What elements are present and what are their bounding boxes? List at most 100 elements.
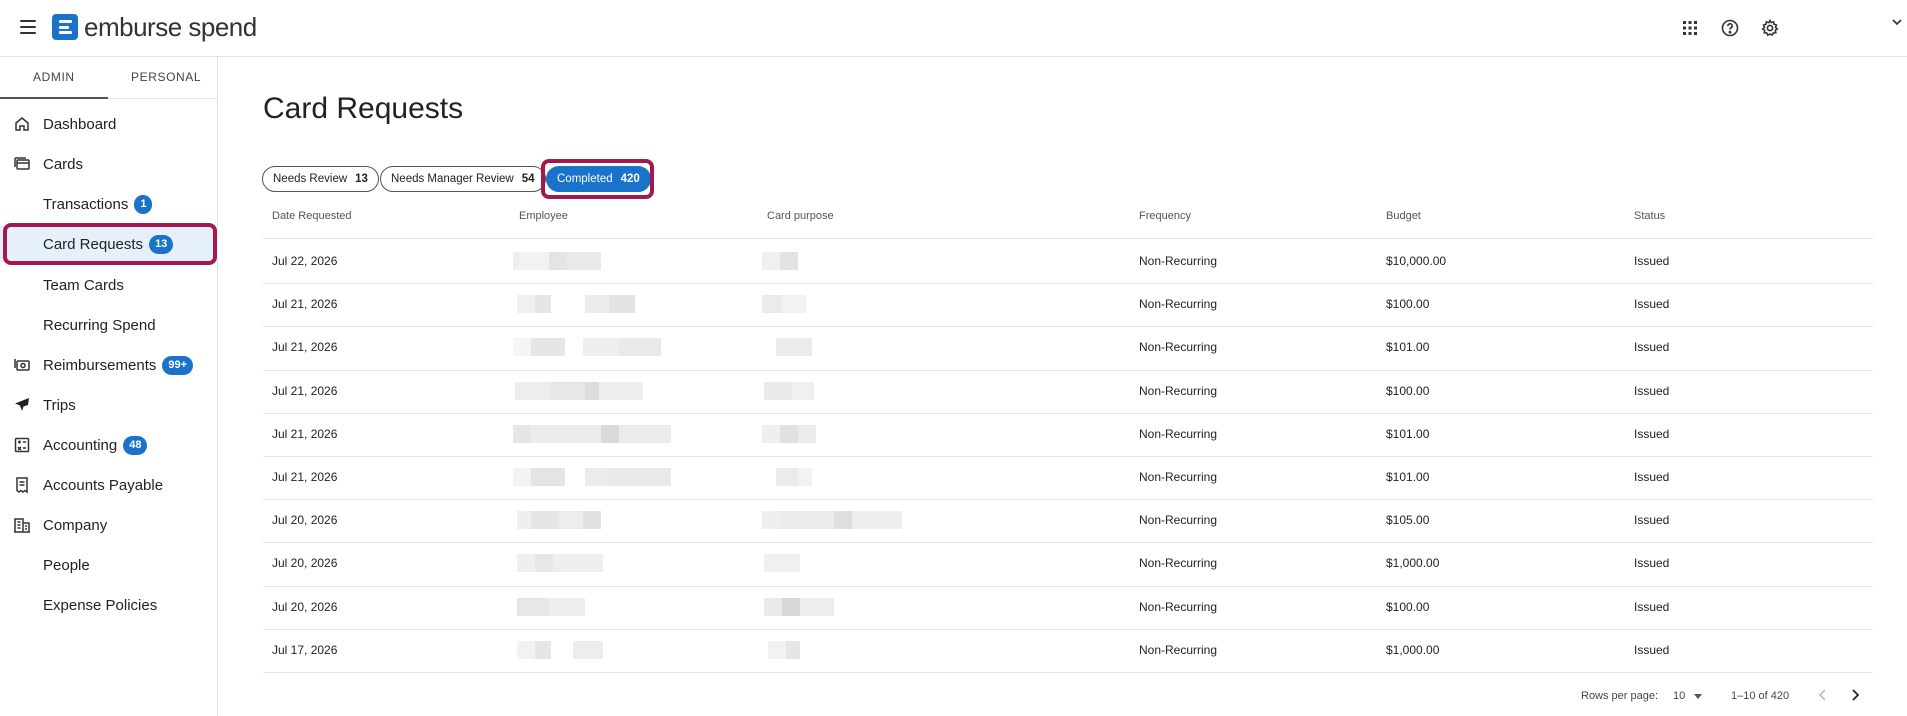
filter-label: Needs Review — [273, 173, 348, 185]
cell-date: Jul 21, 2026 — [272, 426, 338, 441]
table-row[interactable] — [263, 413, 1873, 456]
sidebar-item-dashboard[interactable]: Dashboard — [0, 106, 218, 142]
cell-budget: $10,000.00 — [1386, 254, 1447, 268]
count-badge: 1 — [134, 194, 153, 214]
filter-needs-manager-review[interactable]: Needs Manager Review 54 — [380, 166, 546, 192]
sidebar-item-label: Reimbursements — [43, 356, 157, 374]
highlight-box — [3, 223, 217, 265]
cell-budget: $100.00 — [1386, 383, 1430, 398]
brand-logo[interactable]: emburse spend — [52, 14, 257, 40]
sidebar-item-accounts-payable[interactable]: Accounts Payable — [0, 467, 218, 503]
sidebar-item-company[interactable]: Company — [0, 507, 218, 543]
help-icon[interactable] — [1719, 17, 1741, 39]
chevron-down-icon[interactable] — [1891, 14, 1903, 26]
sidebar-item-expense-policies[interactable]: Expense Policies — [0, 587, 218, 623]
cell-frequency: Non-Recurring — [1139, 426, 1218, 441]
chevron-right-icon — [1852, 689, 1860, 701]
cell-date: Jul 20, 2026 — [272, 513, 338, 528]
cell-status: Issued — [1634, 426, 1670, 441]
table-row[interactable] — [263, 283, 1873, 326]
cell-frequency: Non-Recurring — [1139, 642, 1218, 657]
cell-frequency: Non-Recurring — [1139, 340, 1218, 355]
cell-date: Jul 20, 2026 — [272, 556, 338, 571]
sidebar-item-label: Transactions — [43, 195, 129, 213]
column-header-employee[interactable]: Employee — [519, 210, 568, 222]
cell-frequency: Non-Recurring — [1139, 297, 1218, 312]
cell-date: Jul 21, 2026 — [272, 297, 338, 312]
column-header-budget[interactable]: Budget — [1386, 210, 1421, 222]
cell-status: Issued — [1634, 599, 1670, 614]
column-header-frequency[interactable]: Frequency — [1139, 210, 1191, 222]
table-row[interactable] — [263, 326, 1873, 369]
sidebar-item-cards[interactable]: Cards — [0, 146, 218, 182]
sidebar-item-accounting[interactable]: Accounting 48 — [0, 427, 218, 463]
cell-status: Issued — [1634, 383, 1670, 398]
cell-budget: $101.00 — [1386, 426, 1430, 441]
tab-admin[interactable]: ADMIN — [33, 70, 75, 84]
table-row[interactable] — [263, 499, 1873, 542]
active-tab-indicator — [0, 97, 108, 99]
sidebar-item-label: Trips — [43, 396, 76, 414]
apps-grid-icon[interactable] — [1679, 17, 1701, 39]
column-header-status[interactable]: Status — [1634, 210, 1665, 222]
sidebar-item-label: Recurring Spend — [43, 316, 156, 334]
cell-date: Jul 22, 2026 — [272, 254, 338, 268]
caret-down-icon — [1694, 693, 1703, 699]
rows-per-page-value: 10 — [1673, 690, 1686, 702]
sidebar-item-team-cards[interactable]: Team Cards — [0, 267, 218, 303]
sidebar-item-label: Company — [43, 516, 108, 534]
cell-frequency: Non-Recurring — [1139, 556, 1218, 571]
cell-budget: $100.00 — [1386, 599, 1430, 614]
cell-budget: $105.00 — [1386, 513, 1430, 528]
sidebar-item-reimbursements[interactable]: Reimbursements 99+ — [0, 347, 218, 383]
page-title: Card Requests — [263, 92, 464, 125]
table-row[interactable] — [263, 542, 1873, 585]
table-row[interactable] — [263, 370, 1873, 413]
rows-per-page-select[interactable]: 10 — [1673, 690, 1703, 702]
cell-frequency: Non-Recurring — [1139, 383, 1218, 398]
cell-status: Issued — [1634, 642, 1670, 657]
sidebar-item-recurring-spend[interactable]: Recurring Spend — [0, 307, 218, 343]
sidebar-item-people[interactable]: People — [0, 547, 218, 583]
chevron-left-icon — [1818, 689, 1826, 701]
next-page-button[interactable] — [1846, 686, 1864, 704]
column-header-date[interactable]: Date Requested — [272, 210, 352, 222]
invoice-icon — [16, 477, 28, 494]
table-row[interactable] — [263, 456, 1873, 499]
cell-status: Issued — [1634, 340, 1670, 355]
cell-date: Jul 21, 2026 — [272, 383, 338, 398]
filter-label: Needs Manager Review — [391, 173, 514, 185]
table-row[interactable] — [263, 240, 1873, 283]
sidebar-item-transactions[interactable]: Transactions 1 — [0, 186, 218, 222]
cell-status: Issued — [1634, 556, 1670, 571]
card-icon — [14, 157, 30, 170]
sidebar-item-label: Accounts Payable — [43, 476, 164, 494]
cell-date: Jul 17, 2026 — [272, 642, 338, 657]
home-icon — [15, 117, 29, 131]
emburse-logo-icon — [52, 14, 78, 40]
plane-icon — [15, 398, 29, 411]
sidebar-item-label: Cards — [43, 155, 84, 173]
cell-status: Issued — [1634, 297, 1670, 312]
column-header-card-purpose[interactable]: Card purpose — [767, 210, 834, 222]
previous-page-button[interactable] — [1814, 686, 1832, 704]
sidebar-item-label: Team Cards — [43, 276, 124, 294]
filter-needs-review[interactable]: Needs Review 13 — [262, 166, 379, 192]
sidebar-item-trips[interactable]: Trips — [0, 387, 218, 423]
sidebar-tabs: ADMIN PERSONAL — [0, 57, 218, 99]
sidebar-item-label: Accounting — [43, 436, 118, 454]
table-row[interactable] — [263, 629, 1873, 672]
cell-status: Issued — [1634, 470, 1670, 484]
menu-icon[interactable] — [20, 20, 36, 34]
count-badge: 99+ — [162, 355, 194, 375]
table-row[interactable] — [263, 586, 1873, 629]
cell-budget: $101.00 — [1386, 340, 1430, 355]
settings-gear-icon[interactable] — [1759, 17, 1781, 39]
tab-personal[interactable]: PERSONAL — [131, 70, 201, 84]
filter-count: 13 — [355, 173, 368, 185]
cell-budget: $100.00 — [1386, 297, 1430, 312]
accounting-icon — [14, 437, 30, 453]
count-badge: 48 — [123, 435, 148, 455]
cell-budget: $1,000.00 — [1386, 642, 1440, 657]
cell-budget: $1,000.00 — [1386, 556, 1440, 571]
